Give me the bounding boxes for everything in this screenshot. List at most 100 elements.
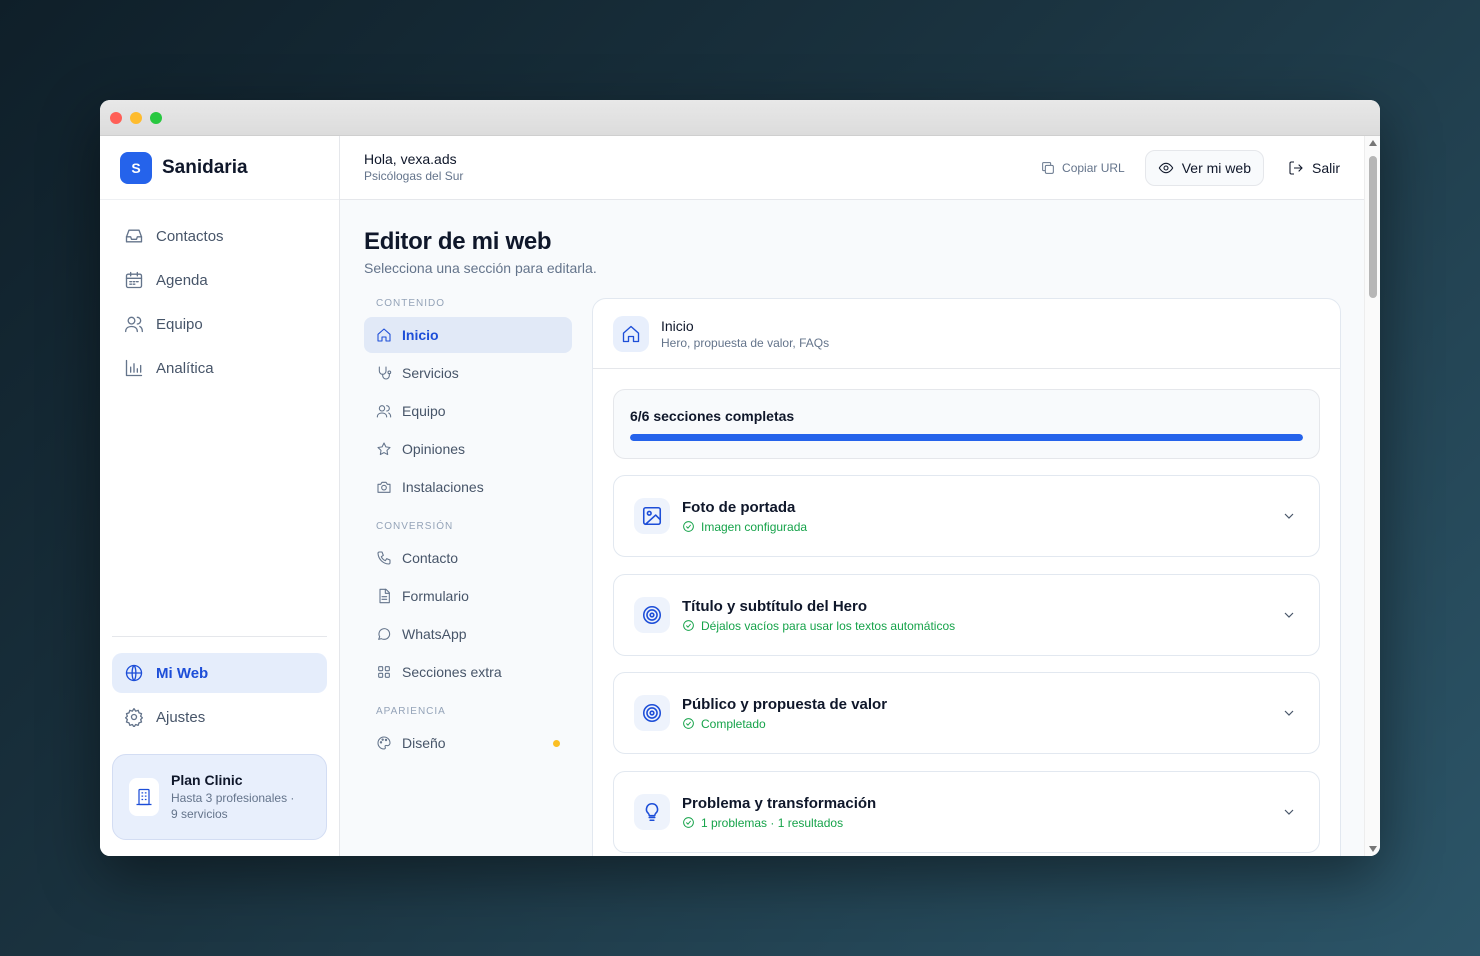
check-circle-icon	[683, 817, 694, 828]
progress-bar	[630, 434, 1303, 441]
completion-progress-card: 6/6 secciones completas	[613, 389, 1320, 459]
progress-label: 6/6 secciones completas	[630, 408, 795, 424]
section-card-title: Título y subtítulo del Hero	[682, 597, 867, 615]
section-item-servicios[interactable]: Servicios	[364, 355, 572, 391]
section-item-label: Instalaciones	[402, 479, 484, 495]
brand[interactable]: S Sanidaria	[100, 136, 339, 200]
section-item-opiniones[interactable]: Opiniones	[364, 431, 572, 467]
chevron-down-icon[interactable]	[1281, 705, 1297, 721]
section-item-inicio[interactable]: Inicio	[364, 317, 572, 353]
sidebar: S Sanidaria Contactos Agenda Equipo Anal…	[100, 136, 340, 856]
sidebar-item-analitica[interactable]: Analítica	[112, 348, 327, 388]
section-item-equipo[interactable]: Equipo	[364, 393, 572, 429]
page-subtitle: Selecciona una sección para editarla.	[364, 260, 597, 276]
greeting: Hola, vexa.ads	[364, 151, 457, 167]
view-site-label: Ver mi web	[1181, 160, 1251, 176]
sidebar-item-equipo[interactable]: Equipo	[112, 304, 327, 344]
page-title: Editor de mi web	[364, 228, 552, 255]
section-card-status-text: Déjalos vacíos para usar los textos auto…	[701, 618, 956, 633]
section-card-title: Público y propuesta de valor	[682, 695, 888, 713]
calendar-icon	[125, 271, 143, 289]
section-heading-contenido: CONTENIDO	[376, 298, 445, 309]
section-card-status: 1 problemas · 1 resultados	[682, 816, 876, 830]
section-card-status: Completado	[682, 717, 887, 731]
home-icon	[377, 328, 391, 342]
sidebar-item-ajustes[interactable]: Ajustes	[112, 697, 327, 737]
section-card-publico-propuesta[interactable]: Público y propuesta de valor Completado	[613, 672, 1320, 754]
sidebar-item-contactos[interactable]: Contactos	[112, 216, 327, 256]
section-nav: CONTENIDO Inicio Servicios Equipo Opinio…	[364, 296, 572, 763]
main-nav: Contactos Agenda Equipo Analítica	[100, 200, 339, 388]
logout-label: Salir	[1311, 160, 1340, 176]
section-heading-conversion: CONVERSIÓN	[376, 521, 454, 532]
section-item-instalaciones[interactable]: Instalaciones	[364, 469, 572, 505]
vertical-scrollbar[interactable]	[1364, 136, 1380, 856]
file-icon	[379, 588, 390, 604]
copy-url-button[interactable]: Copiar URL	[1040, 160, 1125, 176]
section-item-diseno[interactable]: Diseño	[364, 725, 572, 761]
chat-icon	[378, 628, 391, 640]
editor-panel: Inicio Hero, propuesta de valor, FAQs 6/…	[592, 298, 1341, 856]
section-card-title: Problema y transformación	[682, 794, 877, 812]
plan-card[interactable]: Plan Clinic Hasta 3 profesionales · 9 se…	[112, 754, 327, 840]
check-circle-icon	[683, 620, 694, 631]
chevron-down-icon[interactable]	[1281, 804, 1297, 820]
business-name: Psicólogas del Sur	[364, 169, 464, 183]
target-icon	[634, 597, 670, 633]
sidebar-item-label: Mi Web	[156, 664, 209, 682]
sidebar-item-mi-web[interactable]: Mi Web	[112, 653, 327, 693]
section-card-foto-portada[interactable]: Foto de portada Imagen configurada	[613, 475, 1320, 557]
section-card-status-text: Imagen configurada	[701, 519, 808, 534]
globe-icon	[125, 664, 143, 682]
plan-description-line2: 9 servicios	[171, 807, 228, 821]
section-item-label: Contacto	[402, 550, 459, 566]
building-icon	[129, 778, 159, 816]
section-card-status-text: Completado	[701, 716, 766, 731]
sidebar-item-agenda[interactable]: Agenda	[112, 260, 327, 300]
inbox-icon	[125, 229, 143, 243]
panel-subtitle: Hero, propuesta de valor, FAQs	[661, 335, 830, 350]
section-item-label: WhatsApp	[402, 626, 467, 642]
section-item-whatsapp[interactable]: WhatsApp	[364, 616, 572, 652]
pending-changes-dot	[553, 740, 560, 747]
section-item-secciones-extra[interactable]: Secciones extra	[364, 654, 572, 690]
image-icon	[634, 498, 670, 534]
close-window-button[interactable]	[110, 112, 122, 124]
logout-icon	[1289, 161, 1303, 175]
scroll-down-arrow[interactable]	[1369, 846, 1377, 852]
bar-chart-icon	[125, 359, 143, 377]
section-item-label: Secciones extra	[402, 664, 502, 680]
section-card-titulo-hero[interactable]: Título y subtítulo del Hero Déjalos vací…	[613, 574, 1320, 656]
scroll-up-arrow[interactable]	[1369, 140, 1377, 146]
section-card-status: Déjalos vacíos para usar los textos auto…	[682, 619, 955, 633]
sidebar-item-label: Equipo	[156, 315, 203, 333]
section-item-formulario[interactable]: Formulario	[364, 578, 572, 614]
view-site-button[interactable]: Ver mi web	[1144, 150, 1264, 186]
users-icon	[376, 405, 392, 418]
app-content: S Sanidaria Contactos Agenda Equipo Anal…	[100, 136, 1380, 856]
section-card-status-text: 1 problemas · 1 resultados	[701, 815, 844, 830]
palette-icon	[377, 736, 391, 750]
chevron-down-icon[interactable]	[1281, 607, 1297, 623]
users-icon	[125, 316, 143, 333]
section-item-label: Equipo	[402, 403, 446, 419]
logout-button[interactable]: Salir	[1284, 160, 1344, 176]
window-titlebar	[100, 100, 1380, 136]
section-item-contacto[interactable]: Contacto	[364, 540, 572, 576]
minimize-window-button[interactable]	[130, 112, 142, 124]
sidebar-item-label: Contactos	[156, 227, 224, 245]
gear-icon	[125, 708, 143, 727]
section-item-label: Diseño	[402, 735, 446, 751]
section-heading-apariencia: APARIENCIA	[376, 706, 446, 717]
maximize-window-button[interactable]	[150, 112, 162, 124]
section-card-problema-transformacion[interactable]: Problema y transformación 1 problemas · …	[613, 771, 1320, 853]
app-window: S Sanidaria Contactos Agenda Equipo Anal…	[100, 100, 1380, 856]
scrollbar-thumb[interactable]	[1369, 156, 1377, 298]
grid-icon	[378, 666, 390, 678]
chevron-down-icon[interactable]	[1281, 508, 1297, 524]
sidebar-item-label: Ajustes	[156, 708, 206, 726]
progress-bar-fill	[630, 434, 1303, 441]
home-icon	[613, 315, 649, 352]
section-card-title: Foto de portada	[682, 498, 796, 516]
stethoscope-icon	[378, 366, 392, 380]
